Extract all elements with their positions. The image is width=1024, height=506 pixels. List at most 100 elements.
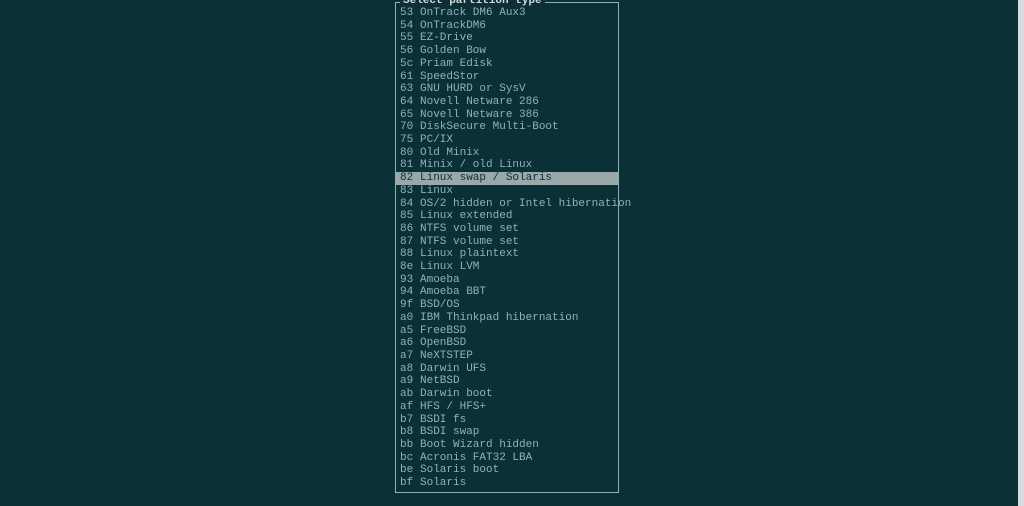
partition-code: 87 bbox=[400, 236, 418, 249]
partition-name: PC/IX bbox=[420, 134, 453, 147]
partition-code: bb bbox=[400, 439, 418, 452]
partition-type-item[interactable]: 93Amoeba bbox=[396, 274, 618, 287]
partition-code: ab bbox=[400, 388, 418, 401]
partition-code: 53 bbox=[400, 7, 418, 20]
partition-type-item[interactable]: 88Linux plaintext bbox=[396, 248, 618, 261]
partition-code: a9 bbox=[400, 375, 418, 388]
partition-type-item[interactable]: a5FreeBSD bbox=[396, 325, 618, 338]
partition-code: 65 bbox=[400, 109, 418, 122]
partition-code: 63 bbox=[400, 83, 418, 96]
partition-type-dialog: Select partition type 53OnTrack DM6 Aux3… bbox=[395, 2, 619, 493]
partition-code: a5 bbox=[400, 325, 418, 338]
partition-name: GNU HURD or SysV bbox=[420, 83, 526, 96]
partition-name: Solaris boot bbox=[420, 464, 499, 477]
partition-type-item[interactable]: a9NetBSD bbox=[396, 375, 618, 388]
partition-code: b7 bbox=[400, 414, 418, 427]
partition-type-item[interactable]: 70DiskSecure Multi-Boot bbox=[396, 121, 618, 134]
partition-name: DiskSecure Multi-Boot bbox=[420, 121, 559, 134]
partition-type-item[interactable]: 55EZ-Drive bbox=[396, 32, 618, 45]
partition-name: BSDI swap bbox=[420, 426, 479, 439]
partition-name: Minix / old Linux bbox=[420, 159, 532, 172]
partition-type-item[interactable]: abDarwin boot bbox=[396, 388, 618, 401]
partition-code: 85 bbox=[400, 210, 418, 223]
partition-code: 88 bbox=[400, 248, 418, 261]
partition-type-item[interactable]: 80Old Minix bbox=[396, 147, 618, 160]
partition-name: Linux swap / Solaris bbox=[420, 172, 552, 185]
partition-type-item[interactable]: 8eLinux LVM bbox=[396, 261, 618, 274]
partition-type-item[interactable]: 53OnTrack DM6 Aux3 bbox=[396, 7, 618, 20]
partition-type-item[interactable]: 9fBSD/OS bbox=[396, 299, 618, 312]
partition-type-item[interactable]: a8Darwin UFS bbox=[396, 363, 618, 376]
partition-type-item[interactable]: 86NTFS volume set bbox=[396, 223, 618, 236]
partition-type-item[interactable]: 64Novell Netware 286 bbox=[396, 96, 618, 109]
partition-type-item[interactable]: 61SpeedStor bbox=[396, 71, 618, 84]
partition-name: Novell Netware 286 bbox=[420, 96, 539, 109]
vertical-scrollbar[interactable] bbox=[1018, 0, 1024, 506]
partition-name: Linux LVM bbox=[420, 261, 479, 274]
partition-name: SpeedStor bbox=[420, 71, 479, 84]
partition-type-item[interactable]: 84OS/2 hidden or Intel hibernation bbox=[396, 198, 618, 211]
partition-code: a6 bbox=[400, 337, 418, 350]
partition-type-item[interactable]: 85Linux extended bbox=[396, 210, 618, 223]
partition-name: Golden Bow bbox=[420, 45, 486, 58]
partition-name: NetBSD bbox=[420, 375, 460, 388]
partition-code: bc bbox=[400, 452, 418, 465]
partition-type-item[interactable]: afHFS / HFS+ bbox=[396, 401, 618, 414]
partition-type-item[interactable]: bbBoot Wizard hidden bbox=[396, 439, 618, 452]
partition-code: 64 bbox=[400, 96, 418, 109]
dialog-title: Select partition type bbox=[400, 0, 545, 7]
partition-type-item[interactable]: 63GNU HURD or SysV bbox=[396, 83, 618, 96]
partition-code: 55 bbox=[400, 32, 418, 45]
partition-code: a0 bbox=[400, 312, 418, 325]
partition-name: Solaris bbox=[420, 477, 466, 490]
partition-name: Boot Wizard hidden bbox=[420, 439, 539, 452]
partition-type-item[interactable]: 54OnTrackDM6 bbox=[396, 20, 618, 33]
partition-type-item[interactable]: b8BSDI swap bbox=[396, 426, 618, 439]
partition-name: EZ-Drive bbox=[420, 32, 473, 45]
partition-code: a8 bbox=[400, 363, 418, 376]
partition-code: 84 bbox=[400, 198, 418, 211]
partition-code: 8e bbox=[400, 261, 418, 274]
partition-name: Old Minix bbox=[420, 147, 479, 160]
partition-code: be bbox=[400, 464, 418, 477]
partition-type-item[interactable]: bfSolaris bbox=[396, 477, 618, 490]
partition-code: 56 bbox=[400, 45, 418, 58]
partition-name: BSD/OS bbox=[420, 299, 460, 312]
partition-code: 81 bbox=[400, 159, 418, 172]
partition-type-item[interactable]: 83Linux bbox=[396, 185, 618, 198]
partition-type-item[interactable]: a7NeXTSTEP bbox=[396, 350, 618, 363]
partition-code: 9f bbox=[400, 299, 418, 312]
partition-type-item[interactable]: 94Amoeba BBT bbox=[396, 286, 618, 299]
partition-type-item[interactable]: 5cPriam Edisk bbox=[396, 58, 618, 71]
partition-code: bf bbox=[400, 477, 418, 490]
partition-type-item[interactable]: bcAcronis FAT32 LBA bbox=[396, 452, 618, 465]
partition-type-item[interactable]: a6OpenBSD bbox=[396, 337, 618, 350]
partition-type-item[interactable]: 75PC/IX bbox=[396, 134, 618, 147]
partition-name: OS/2 hidden or Intel hibernation bbox=[420, 198, 631, 211]
partition-code: 82 bbox=[400, 172, 418, 185]
partition-code: a7 bbox=[400, 350, 418, 363]
partition-name: BSDI fs bbox=[420, 414, 466, 427]
partition-name: Linux extended bbox=[420, 210, 512, 223]
partition-code: 61 bbox=[400, 71, 418, 84]
partition-type-item[interactable]: 56Golden Bow bbox=[396, 45, 618, 58]
partition-type-item[interactable]: 87NTFS volume set bbox=[396, 236, 618, 249]
partition-name: Linux plaintext bbox=[420, 248, 519, 261]
partition-name: Linux bbox=[420, 185, 453, 198]
partition-type-item[interactable]: beSolaris boot bbox=[396, 464, 618, 477]
partition-code: af bbox=[400, 401, 418, 414]
partition-type-list[interactable]: 53OnTrack DM6 Aux354OnTrackDM655EZ-Drive… bbox=[396, 2, 618, 492]
partition-code: 70 bbox=[400, 121, 418, 134]
partition-type-item[interactable]: b7BSDI fs bbox=[396, 414, 618, 427]
partition-name: OnTrack DM6 Aux3 bbox=[420, 7, 526, 20]
partition-code: 5c bbox=[400, 58, 418, 71]
partition-type-item[interactable]: a0IBM Thinkpad hibernation bbox=[396, 312, 618, 325]
partition-type-item[interactable]: 82Linux swap / Solaris bbox=[396, 172, 618, 185]
partition-code: 75 bbox=[400, 134, 418, 147]
partition-code: 93 bbox=[400, 274, 418, 287]
partition-name: OpenBSD bbox=[420, 337, 466, 350]
partition-type-item[interactable]: 81Minix / old Linux bbox=[396, 159, 618, 172]
partition-type-item[interactable]: 65Novell Netware 386 bbox=[396, 109, 618, 122]
partition-name: Acronis FAT32 LBA bbox=[420, 452, 532, 465]
partition-code: 83 bbox=[400, 185, 418, 198]
